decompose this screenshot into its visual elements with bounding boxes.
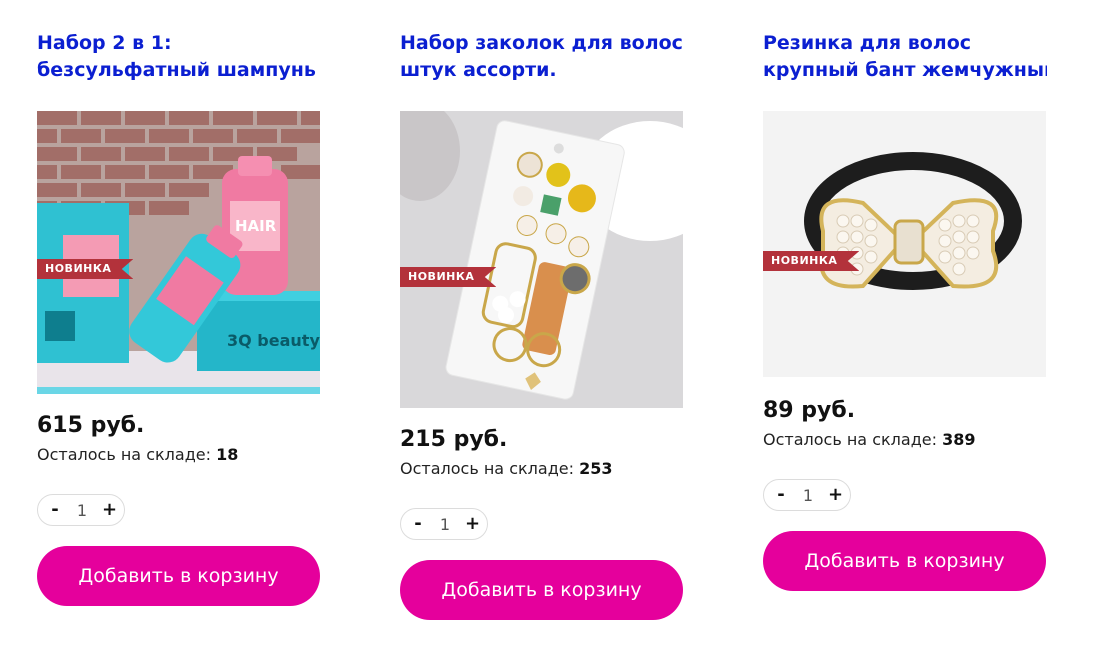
product-title-line: Набор заколок для волос 8	[400, 32, 684, 54]
add-to-cart-button[interactable]: Добавить в корзину	[37, 546, 320, 606]
stock-info: Осталось на складе: 18	[37, 443, 321, 467]
increase-button[interactable]: +	[102, 495, 117, 525]
quantity-stepper: - 1 +	[763, 479, 851, 511]
stock-value: 389	[942, 430, 976, 449]
add-to-cart-button[interactable]: Добавить в корзину	[763, 531, 1046, 591]
new-badge: НОВИНКА	[400, 267, 497, 287]
quantity-value[interactable]: 1	[440, 515, 450, 534]
product-title-line: Набор 2 в 1:	[37, 32, 172, 54]
product-price: 615 руб.	[37, 413, 145, 438]
hair-clips-image	[400, 111, 683, 408]
stock-info: Осталось на складе: 253	[400, 457, 684, 481]
stock-value: 253	[579, 459, 613, 478]
product-image[interactable]: 3Q beauty HAIR НОВИНКА	[37, 111, 320, 394]
product-price: 215 руб.	[400, 427, 508, 452]
product-image[interactable]: НОВИНКА	[400, 111, 683, 408]
product-card: Набор заколок для волос 8 штук ассорти.	[400, 30, 684, 620]
product-title-link[interactable]: Резинка для волос крупный бант жемчужный	[763, 30, 1047, 84]
quantity-value[interactable]: 1	[803, 486, 813, 505]
increase-button[interactable]: +	[828, 480, 843, 510]
stock-label: Осталось на складе:	[37, 445, 211, 464]
product-title-link[interactable]: Набор заколок для волос 8 штук ассорти.	[400, 30, 684, 84]
quantity-stepper: - 1 +	[400, 508, 488, 540]
product-image[interactable]: НОВИНКА	[763, 111, 1046, 377]
product-title-line: Резинка для волос	[763, 32, 972, 54]
product-title-line: безсульфатный шампунь +	[37, 59, 321, 81]
product-card: Резинка для волос крупный бант жемчужный…	[763, 30, 1047, 591]
increase-button[interactable]: +	[465, 509, 480, 539]
product-card: Набор 2 в 1: безсульфатный шампунь + 3Q …	[37, 30, 321, 606]
new-badge: НОВИНКА	[37, 259, 134, 279]
svg-text:HAIR: HAIR	[235, 217, 277, 235]
decrease-button[interactable]: -	[411, 509, 425, 539]
shampoo-set-image: 3Q beauty HAIR	[37, 111, 320, 394]
product-title-line: штук ассорти.	[400, 59, 557, 81]
decrease-button[interactable]: -	[48, 495, 62, 525]
product-price: 89 руб.	[763, 398, 856, 423]
add-to-cart-button[interactable]: Добавить в корзину	[400, 560, 683, 620]
new-badge: НОВИНКА	[763, 251, 860, 271]
decrease-button[interactable]: -	[774, 480, 788, 510]
stock-info: Осталось на складе: 389	[763, 428, 1047, 452]
svg-text:3Q beauty: 3Q beauty	[227, 331, 320, 350]
pearl-bow-image	[763, 111, 1046, 377]
stock-value: 18	[216, 445, 239, 464]
quantity-value[interactable]: 1	[77, 501, 87, 520]
stock-label: Осталось на складе:	[763, 430, 937, 449]
product-title-line: крупный бант жемчужный	[763, 59, 1047, 81]
product-title-link[interactable]: Набор 2 в 1: безсульфатный шампунь +	[37, 30, 321, 84]
stock-label: Осталось на складе:	[400, 459, 574, 478]
quantity-stepper: - 1 +	[37, 494, 125, 526]
